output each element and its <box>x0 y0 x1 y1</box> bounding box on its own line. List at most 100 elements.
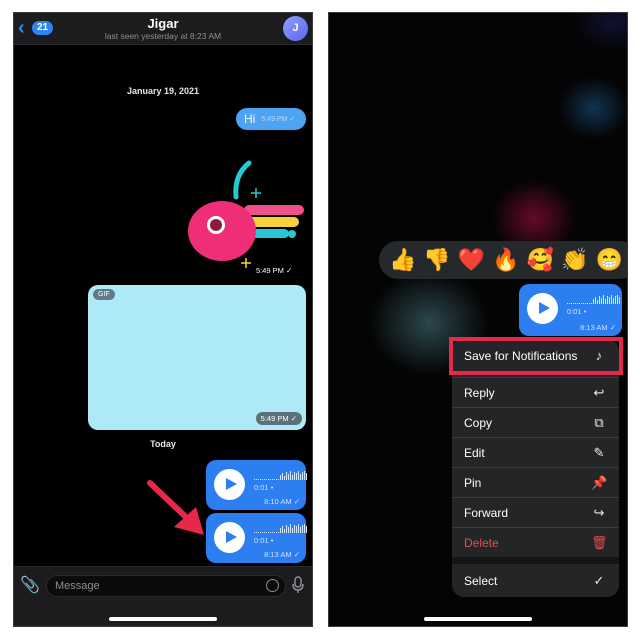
waveform-bar <box>597 300 598 304</box>
waveform-bar <box>573 303 574 304</box>
waveform-bar <box>585 303 586 304</box>
waveform-bar <box>256 532 257 533</box>
waveform-bar <box>306 526 307 533</box>
menu-item-edit[interactable]: Edit ✎ <box>452 437 619 467</box>
waveform-bar <box>262 532 263 533</box>
waveform-bar <box>286 525 287 533</box>
waveform-bar <box>300 474 301 480</box>
waveform <box>567 294 620 304</box>
waveform <box>254 470 307 480</box>
waveform-bar <box>258 479 259 480</box>
sticker-dot <box>288 230 296 238</box>
selected-voice-message[interactable]: 0:01 • 8:13 AM ✓ <box>519 284 622 336</box>
gif-message[interactable]: GIF 5:49 PM ✓ <box>88 285 306 430</box>
waveform-bar <box>571 303 572 304</box>
message-time: 5:49 PM ✓ <box>261 116 296 123</box>
reaction-thumbs-up[interactable]: 👍 <box>389 247 416 273</box>
cherry-sticker[interactable] <box>164 155 313 275</box>
menu-item-select[interactable]: Select ✓ <box>452 564 619 597</box>
message-time: 5:49 PM ✓ <box>256 266 293 275</box>
waveform-bar <box>266 479 267 480</box>
waveform-bar <box>292 475 293 480</box>
waveform-bar <box>615 296 616 304</box>
menu-separator <box>452 557 619 564</box>
reaction-fire[interactable]: 🔥 <box>492 247 519 273</box>
gif-label: GIF <box>93 289 115 300</box>
waveform-bar <box>276 479 277 480</box>
waveform-bar <box>579 303 580 304</box>
menu-item-forward[interactable]: Forward ↪ <box>452 497 619 527</box>
voice-message[interactable]: 0:01 • 8:13 AM ✓ <box>206 513 307 563</box>
reaction-smiling-hearts[interactable]: 🥰 <box>527 247 554 273</box>
waveform <box>254 523 307 533</box>
trash-icon: 🗑 <box>591 534 608 550</box>
message-bubble-text[interactable]: Hi 5:49 PM ✓ <box>236 108 306 130</box>
waveform-bar <box>270 532 271 533</box>
highlight-box-annotation <box>449 337 623 375</box>
message-time: 8:13 AM ✓ <box>580 323 616 332</box>
reaction-bar: 👍 👎 ❤️ 🔥 🥰 👏 😁 <box>379 241 627 279</box>
waveform-bar <box>274 479 275 480</box>
waveform-bar <box>272 532 273 533</box>
waveform-bar <box>288 527 289 533</box>
reaction-heart[interactable]: ❤️ <box>458 247 485 273</box>
waveform-bar <box>583 303 584 304</box>
avatar[interactable]: J <box>283 16 308 41</box>
waveform-bar <box>260 532 261 533</box>
waveform-bar <box>254 532 255 533</box>
waveform-bar <box>296 473 297 480</box>
waveform-bar <box>304 471 305 480</box>
chat-header: ‹ 21 Jigar last seen yesterday at 8:23 A… <box>14 13 312 45</box>
waveform-bar <box>302 525 303 533</box>
waveform-bar <box>290 524 291 533</box>
play-icon[interactable] <box>214 469 245 500</box>
sticker-sparkle-cyan <box>251 188 261 198</box>
check-icon: ✓ <box>286 266 293 275</box>
message-text: Hi <box>244 112 256 126</box>
waveform-bar <box>300 527 301 533</box>
waveform-bar <box>262 479 263 480</box>
waveform-bar <box>268 532 269 533</box>
waveform-bar <box>258 532 259 533</box>
reply-icon: ↩ <box>593 384 605 400</box>
sticker-icon[interactable] <box>266 579 279 592</box>
waveform-bar <box>278 479 279 480</box>
waveform-bar <box>611 295 612 304</box>
message-field[interactable] <box>46 575 286 597</box>
waveform-bar <box>603 295 604 304</box>
microphone-icon[interactable] <box>292 576 304 594</box>
waveform-bar <box>282 473 283 480</box>
date-separator: January 19, 2021 <box>126 86 200 96</box>
message-input[interactable] <box>47 576 247 596</box>
sticker-stripe-pink <box>244 205 304 215</box>
menu-item-reply[interactable]: Reply ↩ <box>452 377 619 407</box>
waveform-bar <box>294 525 295 533</box>
waveform-bar <box>605 299 606 304</box>
play-icon[interactable] <box>214 522 245 553</box>
waveform-bar <box>304 524 305 533</box>
reaction-clapping[interactable]: 👏 <box>561 247 588 273</box>
check-icon: ✓ <box>293 497 300 506</box>
waveform-bar <box>268 479 269 480</box>
chat-title[interactable]: Jigar <box>14 16 312 31</box>
reaction-thumbs-down[interactable]: 👎 <box>423 247 450 273</box>
waveform-bar <box>577 303 578 304</box>
waveform-bar <box>609 297 610 304</box>
menu-item-pin[interactable]: Pin 📌 <box>452 467 619 497</box>
paperclip-icon[interactable]: 📎 <box>20 575 40 595</box>
waveform-bar <box>282 526 283 533</box>
menu-item-copy[interactable]: Copy ⧉ <box>452 407 619 437</box>
reaction-grin[interactable]: 😁 <box>595 247 622 273</box>
waveform-bar <box>272 479 273 480</box>
waveform-bar <box>260 479 261 480</box>
play-icon[interactable] <box>527 293 558 324</box>
menu-item-delete[interactable]: Delete 🗑 <box>452 527 619 557</box>
home-indicator <box>109 617 217 621</box>
check-icon: ✓ <box>293 550 300 559</box>
message-input-bar: 📎 <box>14 566 312 626</box>
waveform-bar <box>280 475 281 480</box>
waveform-bar <box>298 471 299 480</box>
waveform-bar <box>280 528 281 533</box>
check-icon: ✓ <box>289 116 296 123</box>
voice-message[interactable]: 0:01 • 8:10 AM ✓ <box>206 460 307 510</box>
